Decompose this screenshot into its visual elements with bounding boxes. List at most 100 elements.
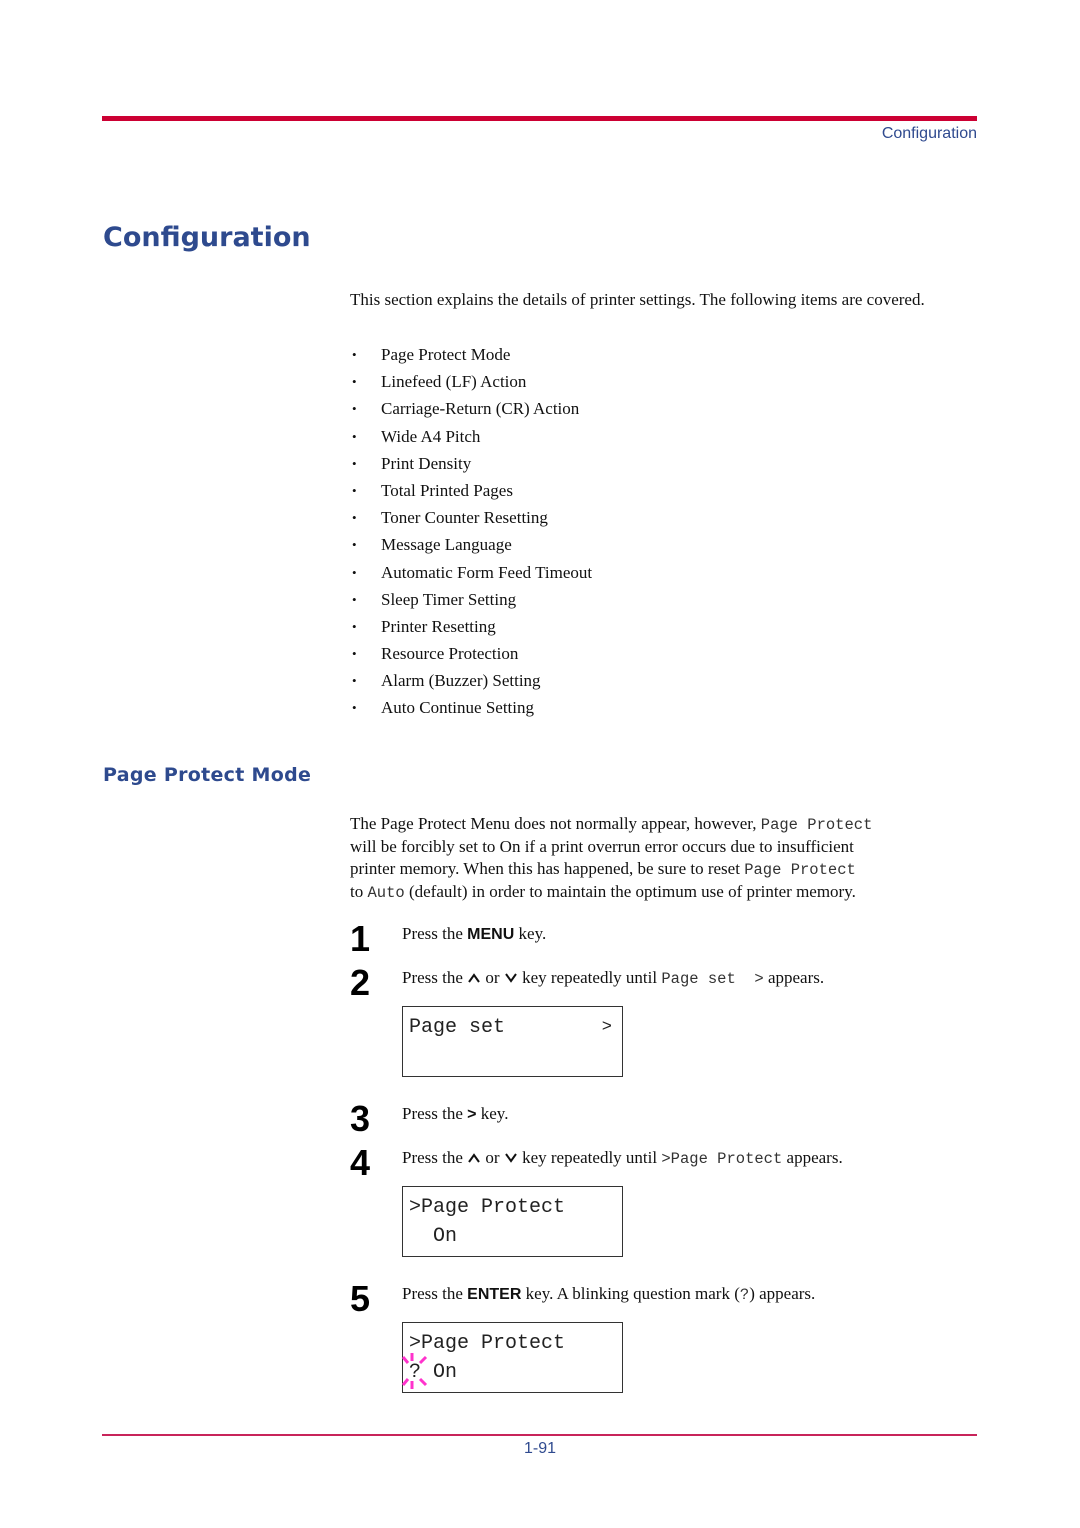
down-arrow-icon [505,1153,517,1163]
list-item-label: Sleep Timer Setting [381,589,517,609]
step-text-part: ) appears. [749,1284,816,1303]
list-item: • Wide A4 Pitch [350,423,592,450]
step-text: Press the > key. [402,1103,508,1126]
list-item: • Total Printed Pages [350,477,592,504]
list-item-label: Total Printed Pages [381,480,513,500]
list-item: • Printer Resetting [350,613,592,640]
list-item-label: Auto Continue Setting [381,698,534,718]
list-item: • Toner Counter Resetting [350,504,592,531]
step-text-part: key repeatedly until [517,1148,662,1167]
para-line: to Auto (default) in order to maintain t… [350,881,980,904]
list-item: • Automatic Form Feed Timeout [350,559,592,586]
step-number: 3 [350,1098,371,1139]
step-number: 2 [350,962,371,1003]
list-item-label: Carriage-Return (CR) Action [381,399,580,419]
list-item: • Sleep Timer Setting [350,586,592,613]
para-text: will be forcibly set to On if a print ov… [350,837,854,856]
bullet-icon: • [352,618,357,634]
step-text-part: key. [514,924,547,943]
list-item-label: Wide A4 Pitch [381,426,481,446]
step-number: 5 [350,1278,371,1319]
step-text-part: or [481,1148,504,1167]
bullet-icon: • [352,482,357,498]
step-text-part: key. [476,1104,509,1123]
para-text: printer memory. When this has happened, … [350,859,745,878]
list-item: • Print Density [350,450,592,477]
page-title: Configuration [103,222,311,253]
key-label-menu: MENU [467,926,515,943]
blinking-cursor-icon [401,1353,428,1389]
list-item-label: Print Density [381,453,472,473]
bullet-icon: • [352,455,357,471]
step-number: 1 [350,918,371,959]
section-paragraph: The Page Protect Menu does not normally … [350,813,980,904]
bullet-icon: • [352,401,357,417]
list-item: • Alarm (Buzzer) Setting [350,667,592,694]
bullet-icon: • [352,646,357,662]
para-code: Page Protect [744,861,856,879]
para-text: The Page Protect Menu does not normally … [350,814,761,833]
list-item-label: Page Protect Mode [381,345,511,364]
para-line: will be forcibly set to On if a print ov… [350,836,980,858]
up-arrow-icon [468,973,480,983]
para-line: The Page Protect Menu does not normally … [350,813,980,836]
bullet-icon: • [352,347,357,362]
key-label-enter: ENTER [467,1286,522,1303]
list-item: • Resource Protection [350,640,592,667]
section-title: Page Protect Mode [103,764,312,786]
lcd-arrow: > [601,1018,612,1037]
step-code: Page set > [661,970,764,988]
lcd-display: >Page Protect ? On [401,1322,623,1393]
up-arrow-icon [468,1153,480,1163]
step-text-part: Press the [402,924,468,943]
list-item: • Linefeed (LF) Action [350,368,592,395]
topic-list: • Page Protect Mode • Linefeed (LF) Action… [350,341,592,722]
step-text: Press the ENTER key. A blinking question… [402,1283,815,1306]
step-text: Press the or key repeatedly until Page s… [402,967,824,990]
step-text: Press the MENU key. [402,923,546,946]
bullet-icon: • [352,700,357,716]
step-text-part: or [481,968,504,987]
step-text-part: appears. [763,968,825,987]
list-item-label: Printer Resetting [381,616,496,636]
down-arrow-icon [505,973,517,983]
bullet-icon: • [352,537,357,553]
step-text-part: Press the [402,1148,468,1167]
list-item-label: Linefeed (LF) Action [381,372,527,392]
bullet-icon: • [352,374,357,390]
step-text-part: key repeatedly until [517,968,662,987]
step-text: Press the or key repeatedly until >Page … [402,1147,843,1170]
header-rule [102,116,977,121]
key-label-right: > [467,1106,477,1123]
step-text-part: key. A blinking question mark ( [521,1284,740,1303]
list-item-label: Message Language [381,535,512,555]
lcd-line-1: >Page Protect [409,1196,566,1219]
lcd-line-1: Page set [409,1016,506,1039]
lcd-display: >Page Protect On [402,1186,623,1257]
bullet-icon: • [352,564,357,580]
para-code: Page Protect [760,816,873,834]
bullet-icon: • [352,510,357,526]
para-text: (default) in order to maintain the optim… [404,882,856,901]
intro-paragraph: This section explains the details of pri… [350,290,925,309]
step-number: 4 [350,1142,371,1183]
list-item: • Carriage-Return (CR) Action [350,395,592,422]
bullet-icon: • [352,591,357,607]
step-text-part: Press the [402,968,468,987]
list-item: • Page Protect Mode [350,341,592,368]
para-text: to [350,882,368,901]
para-code: Auto [367,884,405,902]
page-number: 1-91 [523,1440,557,1457]
bullet-icon: • [352,428,357,444]
step-code: >Page Protect [661,1150,783,1168]
para-line: printer memory. When this has happened, … [350,858,980,881]
bullet-icon: • [352,673,357,689]
list-item: • Auto Continue Setting [350,694,592,721]
list-item-label: Alarm (Buzzer) Setting [381,671,541,691]
running-head: Configuration [881,125,977,142]
step-text-part: appears. [782,1148,843,1167]
list-item-label: Toner Counter Resetting [381,508,548,528]
list-item-label: Resource Protection [381,644,519,664]
step-text-part: Press the [402,1104,468,1123]
footer-rule [102,1434,977,1436]
